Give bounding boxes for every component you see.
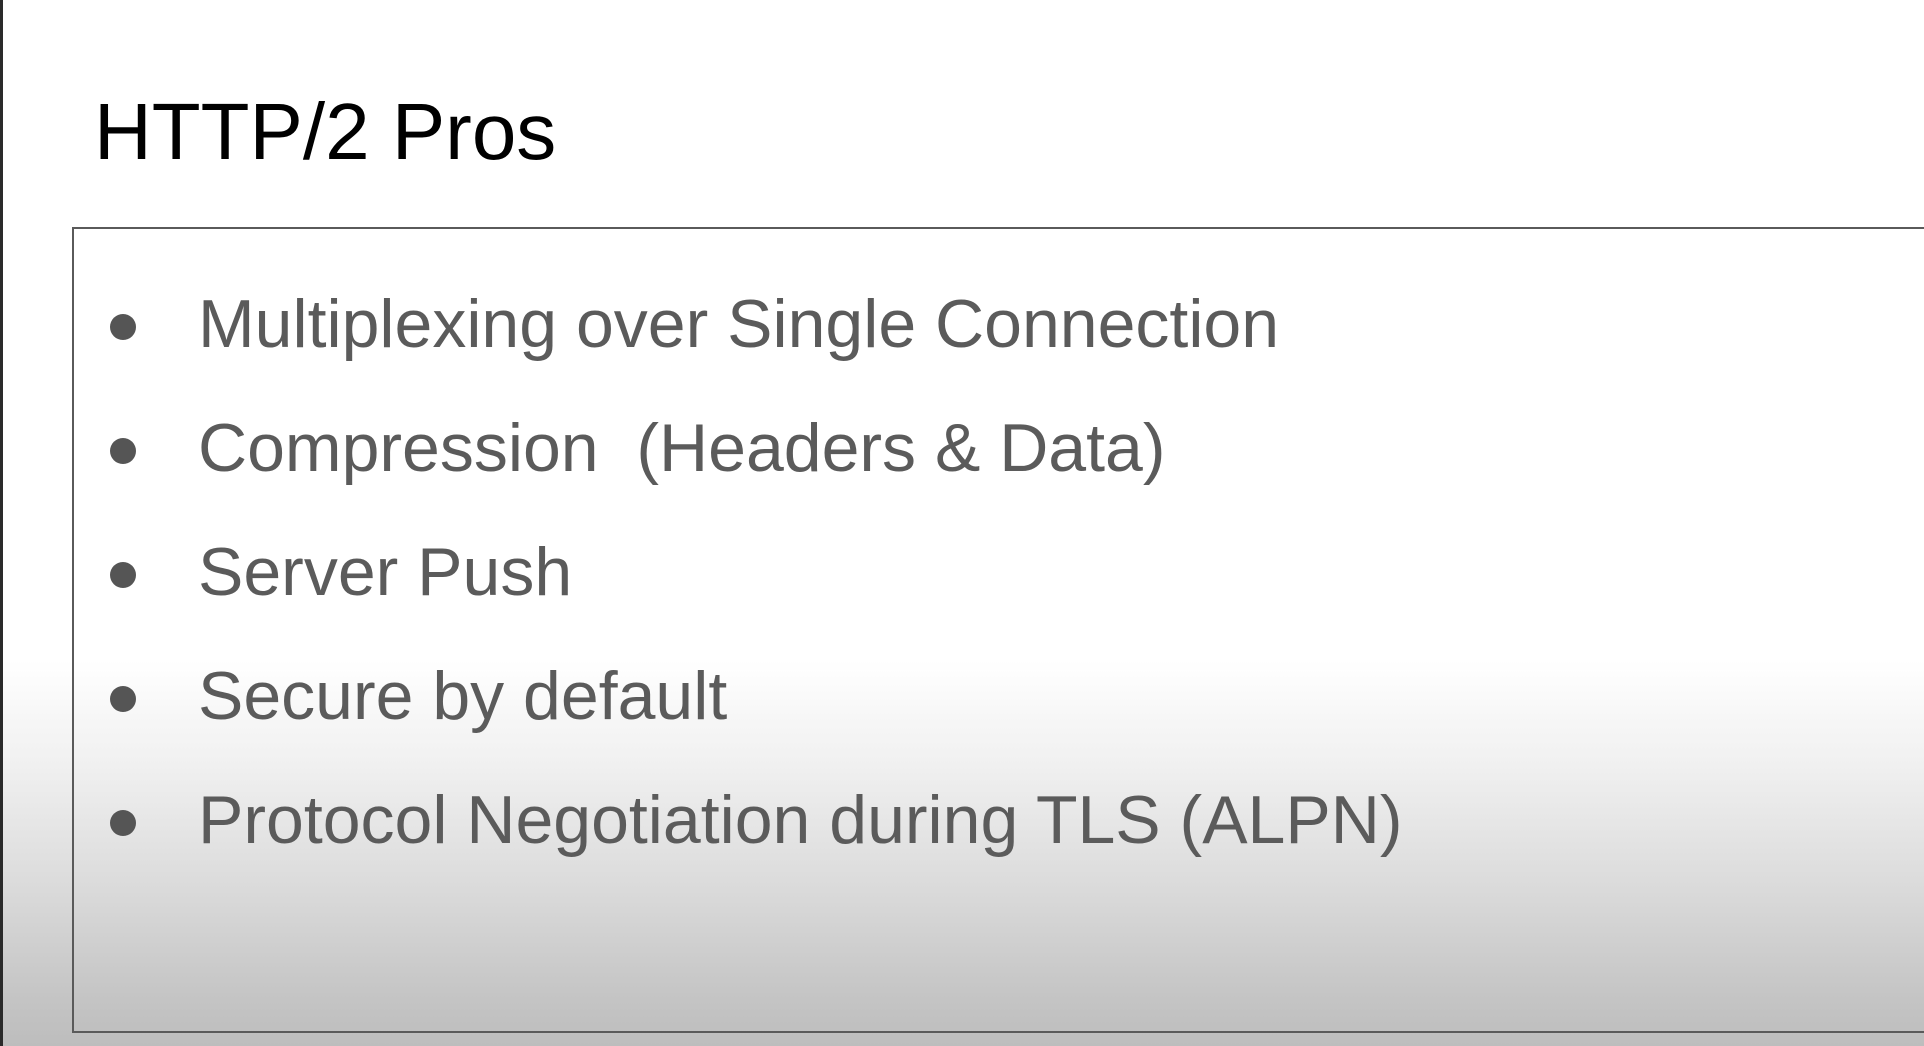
bullet-item: Server Push	[74, 532, 1924, 612]
bullet-item: Multiplexing over Single Connection	[74, 284, 1924, 364]
bullet-dot-icon	[110, 686, 136, 712]
bullet-dot-icon	[110, 810, 136, 836]
bullet-dot-icon	[110, 562, 136, 588]
bullet-content-box: Multiplexing over Single Connection Comp…	[72, 227, 1924, 1033]
bullet-text: Compression (Headers & Data)	[198, 410, 1166, 486]
left-edge-border	[0, 0, 3, 1046]
bullet-item: Compression (Headers & Data)	[74, 408, 1924, 488]
bullet-dot-icon	[110, 314, 136, 340]
bullet-text: Secure by default	[198, 658, 728, 734]
bullet-dot-icon	[110, 438, 136, 464]
bullet-text: Multiplexing over Single Connection	[198, 286, 1280, 362]
bullet-item: Protocol Negotiation during TLS (ALPN)	[74, 780, 1924, 860]
slide-title: HTTP/2 Pros	[94, 87, 557, 176]
bullet-item: Secure by default	[74, 656, 1924, 736]
slide: HTTP/2 Pros Multiplexing over Single Con…	[0, 0, 1924, 1046]
bullet-text: Protocol Negotiation during TLS (ALPN)	[198, 782, 1403, 858]
bullet-text: Server Push	[198, 534, 573, 610]
